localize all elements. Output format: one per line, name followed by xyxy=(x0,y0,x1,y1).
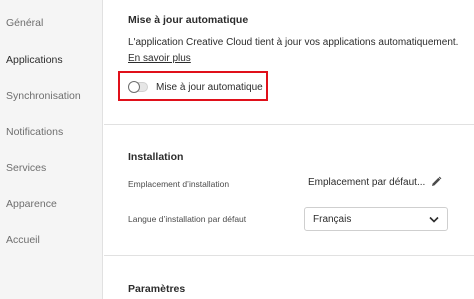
chevron-down-icon xyxy=(429,216,439,223)
pencil-icon[interactable] xyxy=(430,176,442,188)
sidebar-item-synchronisation[interactable]: Synchronisation xyxy=(6,90,81,102)
installation-section-title: Installation xyxy=(128,151,184,163)
learn-more-link[interactable]: En savoir plus xyxy=(128,53,191,64)
sidebar-item-notifications[interactable]: Notifications xyxy=(6,126,63,138)
install-location-value: Emplacement par défaut... xyxy=(308,177,426,188)
install-language-label: Langue d’installation par défaut xyxy=(128,214,247,224)
sidebar-item-general[interactable]: Général xyxy=(6,17,43,29)
auto-update-section-title: Mise à jour automatique xyxy=(128,14,249,26)
sidebar-item-accueil[interactable]: Accueil xyxy=(6,234,40,246)
auto-update-toggle[interactable] xyxy=(128,81,148,93)
install-location-label: Emplacement d’installation xyxy=(128,179,230,189)
install-language-value: Français xyxy=(313,214,352,225)
section-divider xyxy=(104,255,474,256)
install-language-select[interactable]: Français xyxy=(304,207,448,231)
auto-update-toggle-label[interactable]: Mise à jour automatique xyxy=(156,82,263,93)
section-divider xyxy=(104,124,474,125)
settings-content: Mise à jour automatique L'application Cr… xyxy=(104,0,474,299)
parameters-section-title: Paramètres xyxy=(128,283,186,295)
sidebar-item-applications[interactable]: Applications xyxy=(6,54,63,66)
sidebar-item-services[interactable]: Services xyxy=(6,162,46,174)
sidebar-item-apparence[interactable]: Apparence xyxy=(6,198,57,210)
auto-update-description: L'application Creative Cloud tient à jou… xyxy=(128,37,459,48)
toggle-knob xyxy=(128,81,140,93)
settings-sidebar: Général Applications Synchronisation Not… xyxy=(0,0,103,299)
